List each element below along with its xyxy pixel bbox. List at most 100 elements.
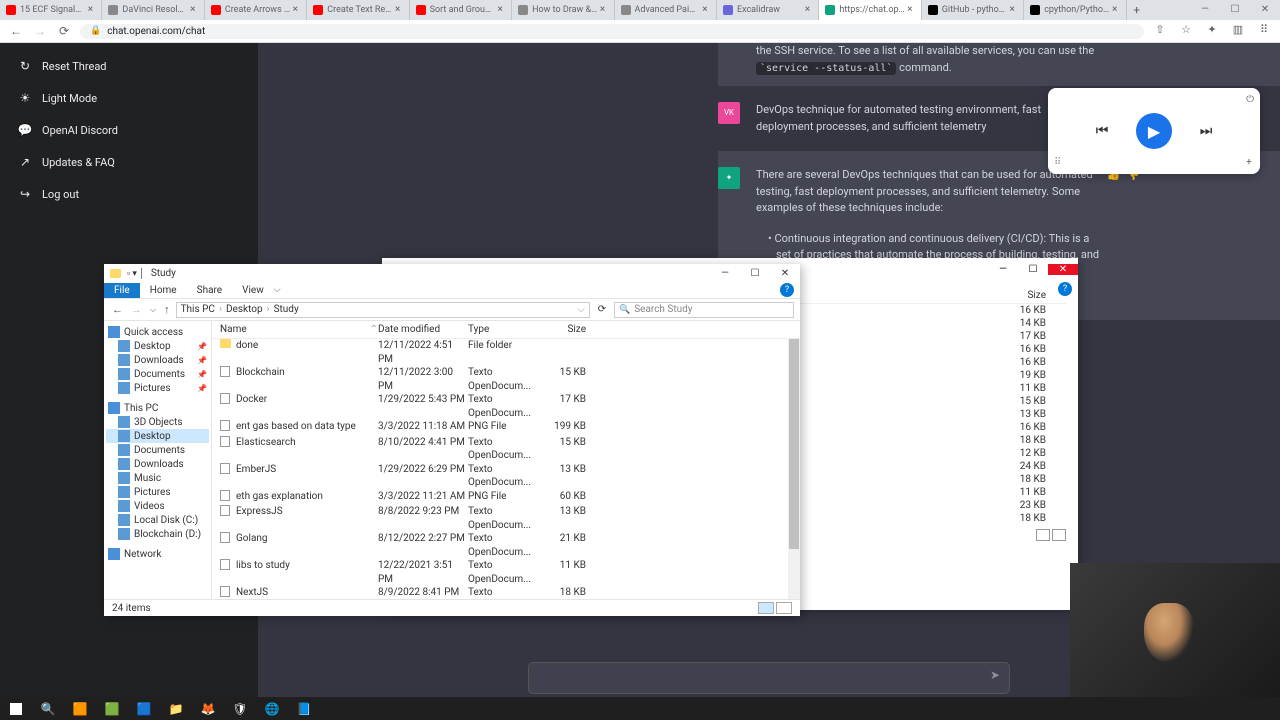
view-large-icon[interactable] <box>776 602 792 614</box>
browser-tab[interactable]: 15 ECF Signals an× <box>0 0 102 20</box>
back-button[interactable]: ← <box>8 23 24 39</box>
tree-item[interactable]: Videos <box>106 499 209 513</box>
maximize-button[interactable]: ☐ <box>1018 264 1048 275</box>
tab-close-icon[interactable]: × <box>802 5 812 15</box>
column-header-date[interactable]: Date modified <box>378 324 468 335</box>
browser-tab[interactable]: Advanced Paint Ef× <box>615 0 717 20</box>
browser-tab[interactable]: GitHub - python/× <box>922 0 1024 20</box>
minimize-button[interactable]: — <box>988 264 1018 275</box>
crumb[interactable]: Study <box>274 304 299 315</box>
tree-item[interactable]: Documents📌 <box>106 367 209 381</box>
tree-item[interactable]: Pictures📌 <box>106 381 209 395</box>
column-header-size[interactable]: Size <box>542 324 586 335</box>
taskbar-app[interactable]: 🟦 <box>128 697 160 720</box>
tree-item[interactable]: This PC <box>106 401 209 415</box>
view-large-icon[interactable] <box>1052 529 1066 541</box>
recent-button[interactable]: ⌵ <box>148 305 158 315</box>
file-row[interactable]: Blockchain12/11/2022 3:00 PMTexto OpenDo… <box>212 366 800 393</box>
tree-item[interactable]: Music <box>106 471 209 485</box>
tab-close-icon[interactable]: × <box>1110 5 1120 15</box>
tab-close-icon[interactable]: × <box>905 5 915 15</box>
file-row[interactable]: Elasticsearch8/10/2022 4:41 PMTexto Open… <box>212 436 800 463</box>
scrollbar[interactable] <box>788 339 800 599</box>
browser-tab[interactable]: Create Text Revea× <box>307 0 409 20</box>
ribbon-tab-share[interactable]: Share <box>187 283 232 298</box>
tree-item[interactable]: Quick access <box>106 325 209 339</box>
search-input[interactable]: Search Study <box>614 302 794 318</box>
taskbar-app[interactable]: 🟩 <box>96 697 128 720</box>
prev-track-icon[interactable]: ⏮ <box>1092 121 1112 141</box>
sidebar-item[interactable]: ↻Reset Thread <box>8 51 250 81</box>
new-tab-button[interactable]: + <box>1127 3 1147 17</box>
reload-button[interactable]: ⟳ <box>56 23 72 39</box>
tree-item[interactable]: Blockchain (D:) <box>106 527 209 541</box>
tree-item[interactable]: 3D Objects <box>106 415 209 429</box>
view-details-icon[interactable] <box>758 602 774 614</box>
power-icon[interactable]: ⏻ <box>1246 94 1254 105</box>
minimize-button[interactable]: — <box>710 268 740 279</box>
file-row[interactable]: EmberJS1/29/2022 6:29 PMTexto OpenDocum.… <box>212 463 800 490</box>
up-button[interactable]: ↑ <box>162 303 172 316</box>
tab-close-icon[interactable]: × <box>393 5 403 15</box>
tab-close-icon[interactable]: × <box>290 5 300 15</box>
browser-tab[interactable]: Excalidraw× <box>717 0 819 20</box>
tab-close-icon[interactable]: × <box>85 5 95 15</box>
taskbar-explorer[interactable]: 📁 <box>160 697 192 720</box>
ribbon-tab-view[interactable]: View <box>232 283 274 298</box>
tab-close-icon[interactable]: × <box>1007 5 1017 15</box>
sidebar-item[interactable]: ☀Light Mode <box>8 83 250 113</box>
tab-close-icon[interactable]: × <box>700 5 710 15</box>
file-row[interactable]: eth gas explanation3/3/2022 11:21 AMPNG … <box>212 490 800 506</box>
play-button[interactable]: ▶ <box>1136 113 1172 149</box>
close-button[interactable]: ✕ <box>1250 0 1280 20</box>
help-icon[interactable]: ? <box>780 283 794 297</box>
sidebar-item[interactable]: 💬OpenAI Discord <box>8 115 250 145</box>
column-header-type[interactable]: Type <box>468 324 542 335</box>
menu-icon[interactable]: ⠿ <box>1256 23 1272 39</box>
ribbon-expand-icon[interactable]: ⌵ <box>274 285 281 295</box>
tree-item[interactable]: Documents <box>106 443 209 457</box>
breadcrumb[interactable]: This PC› Desktop› Study ⌵ <box>176 302 590 318</box>
tab-close-icon[interactable]: × <box>495 5 505 15</box>
browser-tab[interactable]: How to Draw & P× <box>512 0 614 20</box>
file-row[interactable]: done12/11/2022 4:51 PMFile folder <box>212 339 800 366</box>
ribbon-tab-file[interactable]: File <box>104 283 140 298</box>
tree-item[interactable]: Downloads <box>106 457 209 471</box>
file-row[interactable]: Golang8/12/2022 2:27 PMTexto OpenDocum..… <box>212 532 800 559</box>
maximize-button[interactable]: ☐ <box>1220 0 1250 20</box>
crumb[interactable]: Desktop <box>226 304 263 315</box>
tree-item[interactable]: Pictures <box>106 485 209 499</box>
tab-close-icon[interactable]: × <box>598 5 608 15</box>
close-button[interactable]: ✕ <box>770 268 800 279</box>
tree-item[interactable]: Desktop📌 <box>106 339 209 353</box>
ribbon-tab-home[interactable]: Home <box>140 283 187 298</box>
column-header-size[interactable]: Size <box>1006 290 1066 301</box>
file-row[interactable]: ExpressJS8/8/2022 9:23 PMTexto OpenDocum… <box>212 505 800 532</box>
forward-button[interactable]: → <box>129 303 144 316</box>
minimize-button[interactable]: — <box>1190 0 1220 20</box>
drag-handle-icon[interactable]: ⠿ <box>1054 157 1061 168</box>
close-button[interactable]: ✕ <box>1048 264 1078 275</box>
crumb[interactable]: This PC <box>181 304 215 315</box>
forward-button[interactable]: → <box>32 23 48 39</box>
tree-item[interactable]: Desktop <box>106 429 209 443</box>
url-field[interactable]: 🔒 chat.openai.com/chat <box>80 24 1144 39</box>
chat-input[interactable] <box>528 662 1010 694</box>
start-button[interactable] <box>0 697 32 720</box>
send-icon[interactable]: ➤ <box>990 668 1000 682</box>
sidebar-item[interactable]: ↗Updates & FAQ <box>8 147 250 177</box>
tree-item[interactable]: Downloads📌 <box>106 353 209 367</box>
tree-item[interactable]: Local Disk (C:) <box>106 513 209 527</box>
tab-close-icon[interactable]: × <box>188 5 198 15</box>
maximize-button[interactable]: ☐ <box>740 268 770 279</box>
taskbar-chrome[interactable]: 🌐 <box>256 697 288 720</box>
taskbar-brave[interactable]: 🛡 <box>224 697 256 720</box>
file-row[interactable]: NextJS8/9/2022 8:41 PMTexto OpenDocum...… <box>212 586 800 599</box>
back-button[interactable]: ← <box>110 303 125 316</box>
file-row[interactable]: Docker1/29/2022 5:43 PMTexto OpenDocum..… <box>212 393 800 420</box>
browser-tab[interactable]: Sort and Group M× <box>410 0 512 20</box>
sidebar-item[interactable]: ↪Log out <box>8 179 250 209</box>
view-details-icon[interactable] <box>1036 529 1050 541</box>
taskbar-firefox[interactable]: 🦊 <box>192 697 224 720</box>
next-track-icon[interactable]: ⏭ <box>1196 121 1216 141</box>
